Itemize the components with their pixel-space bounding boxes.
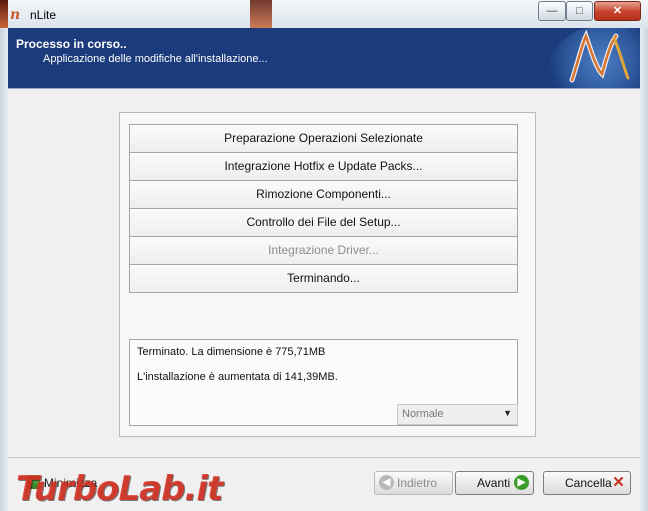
next-button[interactable]: Avanti ▶	[455, 471, 534, 495]
priority-select[interactable]: Normale ▼	[397, 404, 518, 425]
dialog-client-area: Processo in corso.. Applicazione delle m…	[8, 28, 640, 511]
nlite-logo-icon	[544, 28, 640, 88]
wizard-header: Processo in corso.. Applicazione delle m…	[8, 28, 640, 89]
maximize-window-button[interactable]: □	[566, 1, 593, 21]
next-button-label: Avanti	[477, 476, 511, 490]
window-frame-left	[0, 28, 8, 511]
task-item-disabled: Integrazione Driver...	[129, 237, 518, 265]
desktop-background-strip	[250, 0, 272, 28]
close-window-button[interactable]: ✕	[594, 1, 641, 21]
task-item: Controllo dei File del Setup...	[129, 209, 518, 237]
desktop-background-strip	[0, 0, 8, 28]
footer-divider	[8, 457, 640, 458]
chevron-down-icon: ▼	[503, 408, 512, 418]
task-list: Preparazione Operazioni Selezionate Inte…	[129, 124, 518, 293]
nlite-app-icon: n	[10, 7, 21, 23]
progress-panel: Preparazione Operazioni Selezionate Inte…	[119, 112, 536, 437]
log-line: L'installazione è aumentata di 141,39MB.	[137, 371, 338, 383]
header-title: Processo in corso..	[16, 37, 127, 51]
back-arrow-icon: ◀	[379, 475, 394, 490]
result-log-box: Terminato. La dimensione è 775,71MB L'in…	[129, 339, 518, 426]
log-line: Terminato. La dimensione è 775,71MB	[137, 346, 326, 358]
task-item: Preparazione Operazioni Selezionate	[129, 124, 518, 153]
priority-select-value: Normale	[402, 408, 444, 420]
watermark-logo: TurboLab.it	[16, 469, 223, 509]
cancel-button-label: Cancella	[565, 476, 612, 490]
back-button-label: Indietro	[397, 476, 438, 490]
minimize-window-button[interactable]: —	[538, 1, 566, 21]
window-title: nLite	[30, 8, 57, 22]
cancel-x-icon: ✕	[612, 474, 625, 491]
back-button[interactable]: ◀ Indietro	[374, 471, 453, 495]
title-bar: n nLite — □ ✕	[0, 0, 648, 28]
window-frame-right	[640, 28, 648, 511]
header-subtitle: Applicazione delle modifiche all'install…	[43, 53, 268, 65]
task-item: Rimozione Componenti...	[129, 181, 518, 209]
task-item: Terminando...	[129, 265, 518, 293]
cancel-button[interactable]: Cancella ✕	[543, 471, 631, 495]
next-arrow-icon: ▶	[514, 475, 529, 490]
task-item: Integrazione Hotfix e Update Packs...	[129, 153, 518, 181]
